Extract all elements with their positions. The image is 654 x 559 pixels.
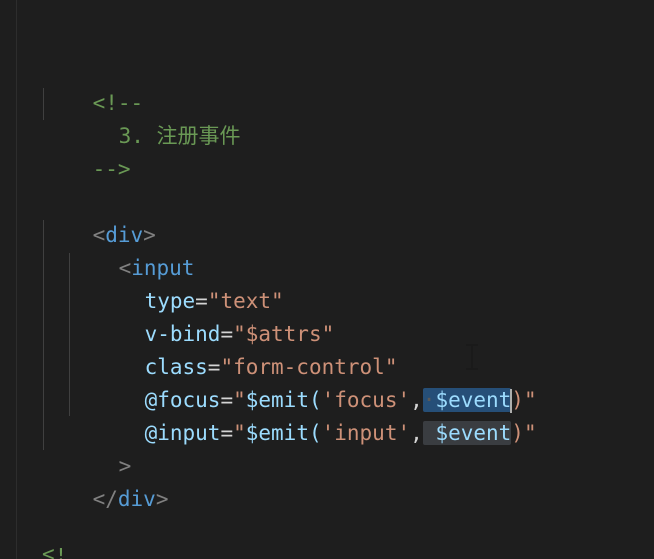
- emit-arg-event: $event: [435, 421, 512, 445]
- code-line-comment-close[interactable]: -->: [42, 120, 131, 181]
- comment-text: 3. 注册事件: [118, 124, 241, 148]
- code-line-attr-input[interactable]: @input="$emit('input', $event)": [94, 384, 537, 445]
- string-close: )": [511, 421, 537, 445]
- comment-close-token: -->: [92, 157, 131, 181]
- selection-highlight: $event: [422, 421, 512, 445]
- code-line-div-open[interactable]: <div>: [42, 186, 156, 247]
- text-cursor-icon: [466, 344, 478, 370]
- tag-name-div: div: [117, 487, 156, 511]
- code-line-comment-open[interactable]: <!--: [42, 54, 144, 115]
- emit-arg-event-name: 'input': [321, 421, 411, 445]
- attr-equals: =: [220, 421, 234, 445]
- string-quote: ": [233, 421, 246, 445]
- code-line-attr-vbind[interactable]: v-bind="$attrs": [94, 285, 335, 346]
- code-line-div-close[interactable]: </div>: [42, 450, 169, 511]
- emit-call: $emit(: [245, 421, 322, 445]
- arg-comma: ,: [410, 421, 423, 445]
- code-line-attr-type[interactable]: type="text": [94, 252, 284, 313]
- code-line-input-close[interactable]: >: [68, 417, 132, 478]
- code-line-comment-text[interactable]: 3. 注册事件: [68, 87, 241, 148]
- tag-bracket: </: [92, 487, 118, 511]
- editor-gutter-edge: [16, 0, 17, 559]
- partial-code-line: <!: [42, 548, 72, 559]
- attr-name: @input: [144, 421, 221, 445]
- tag-bracket: >: [155, 487, 169, 511]
- code-line-input-open[interactable]: <input: [68, 219, 195, 280]
- code-line-attr-class[interactable]: class="form-control": [94, 318, 398, 379]
- code-editor[interactable]: <!-- 3. 注册事件 --> <div> <input type="text…: [0, 0, 654, 559]
